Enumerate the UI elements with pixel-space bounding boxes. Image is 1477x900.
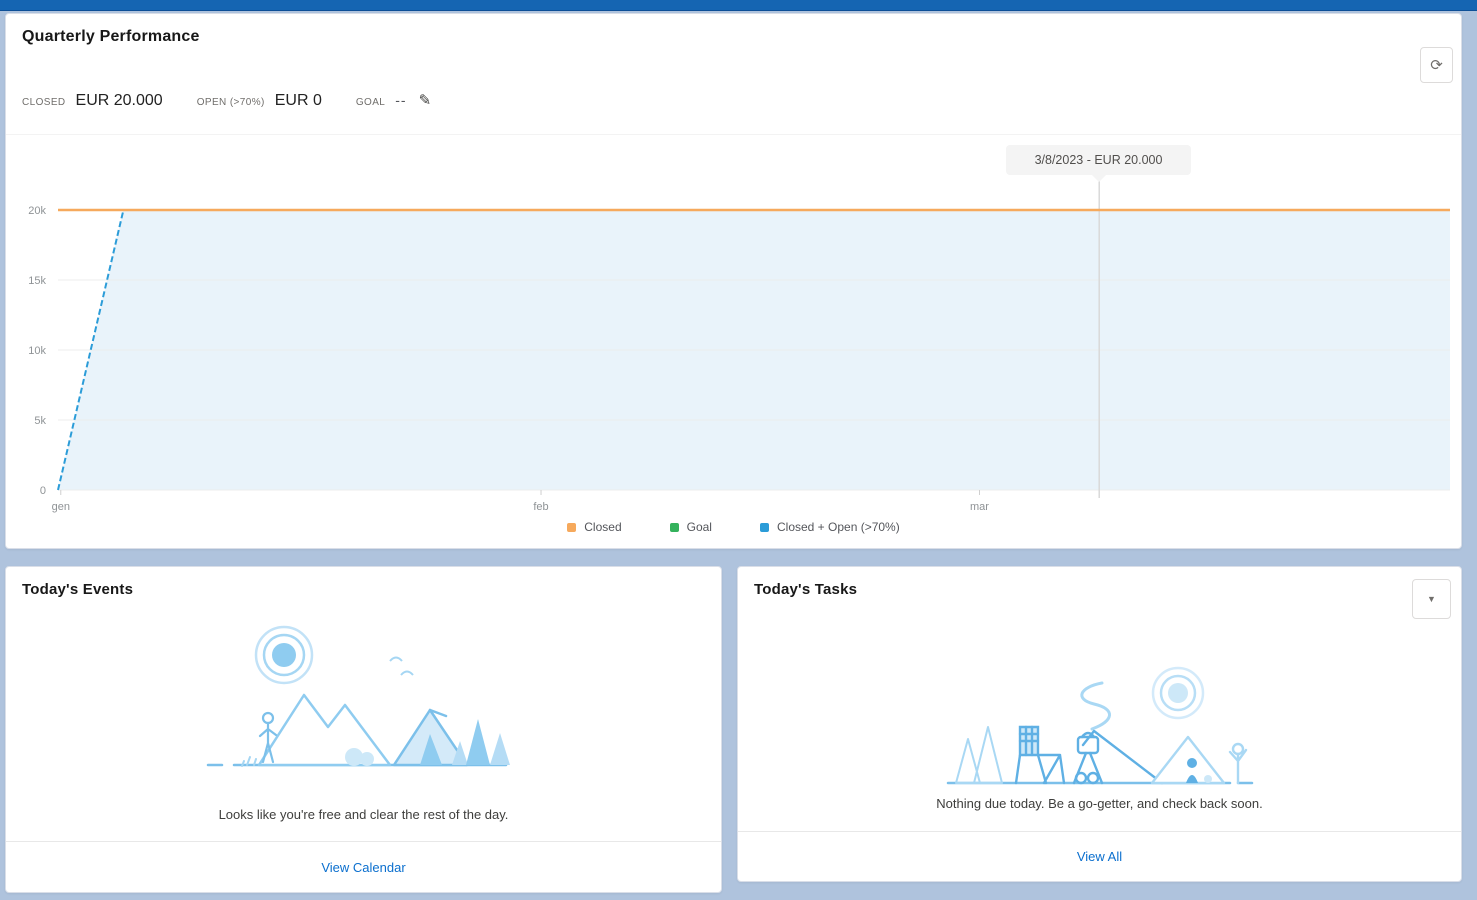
tasks-empty-message: Nothing due today. Be a go-getter, and c…: [936, 796, 1263, 811]
legend-label-goal: Goal: [686, 520, 712, 534]
stat-closed-value: EUR 20.000: [75, 92, 163, 109]
events-empty-message: Looks like you're free and clear the res…: [218, 807, 509, 822]
stat-closed-label: CLOSED: [22, 97, 66, 108]
dashboard-page: Quarterly Performance ⟳ CLOSED EUR 20.00…: [0, 0, 1477, 900]
performance-stats-row: CLOSED EUR 20.000 OPEN (>70%) EUR 0 GOAL…: [22, 92, 431, 110]
edit-goal-pencil-icon[interactable]: ✎: [419, 93, 432, 108]
campsite-scene-illustration: [946, 666, 1253, 785]
legend-swatch-closed-open: [759, 522, 769, 532]
stat-open: OPEN (>70%) EUR 0: [197, 92, 322, 110]
events-empty-illustration: [204, 615, 524, 778]
stat-goal-value: --: [395, 92, 407, 108]
svg-text:gen: gen: [52, 501, 70, 513]
events-card-footer: View Calendar: [6, 841, 721, 892]
chevron-down-icon: ▼: [1427, 594, 1436, 604]
stat-open-label: OPEN (>70%): [196, 97, 265, 108]
tasks-card-footer: View All: [738, 831, 1461, 881]
todays-tasks-card: Today's Tasks ▼ Nothing due today. Be a …: [737, 566, 1462, 882]
quarterly-performance-card: Quarterly Performance ⟳ CLOSED EUR 20.00…: [5, 13, 1462, 549]
events-card-title: Today's Events: [22, 581, 134, 598]
legend-item-goal[interactable]: Goal: [669, 520, 712, 534]
legend-swatch-closed: [567, 522, 577, 532]
svg-text:5k: 5k: [34, 415, 46, 427]
legend-swatch-goal: [669, 522, 679, 532]
view-all-link[interactable]: View All: [1077, 849, 1122, 864]
stat-closed: CLOSED EUR 20.000: [22, 92, 163, 110]
legend-item-closed-open[interactable]: Closed + Open (>70%): [759, 520, 900, 534]
stat-goal: GOAL -- ✎: [356, 92, 431, 108]
header-divider: [6, 134, 1461, 135]
svg-text:0: 0: [40, 485, 46, 497]
stat-open-value: EUR 0: [274, 92, 322, 109]
svg-text:20k: 20k: [28, 205, 46, 217]
chart-legend: Closed Goal Closed + Open (>70%): [6, 520, 1461, 534]
refresh-icon: ⟳: [1430, 57, 1443, 74]
stat-goal-label: GOAL: [355, 97, 386, 108]
performance-chart[interactable]: 0 5k 10k 15k 20k gen feb mar: [6, 144, 1463, 519]
refresh-button[interactable]: ⟳: [1420, 47, 1453, 83]
tasks-empty-illustration: [940, 633, 1260, 798]
chart-tooltip: 3/8/2023 - EUR 20.000: [1006, 145, 1191, 182]
todays-events-card: Today's Events Looks like you're free an…: [5, 566, 722, 893]
camping-scene-illustration: [206, 625, 510, 767]
legend-label-closed: Closed: [584, 520, 622, 534]
browser-top-bar: [0, 0, 1477, 11]
legend-item-closed[interactable]: Closed: [567, 520, 622, 534]
legend-label-closed-open: Closed + Open (>70%): [776, 520, 900, 534]
svg-text:mar: mar: [970, 501, 989, 513]
performance-card-title: Quarterly Performance: [22, 28, 200, 45]
tasks-card-title: Today's Tasks: [754, 581, 858, 598]
view-calendar-link[interactable]: View Calendar: [321, 860, 405, 875]
svg-text:10k: 10k: [28, 345, 46, 357]
svg-text:feb: feb: [533, 501, 548, 513]
tasks-menu-button[interactable]: ▼: [1412, 579, 1451, 619]
svg-text:15k: 15k: [28, 275, 46, 287]
